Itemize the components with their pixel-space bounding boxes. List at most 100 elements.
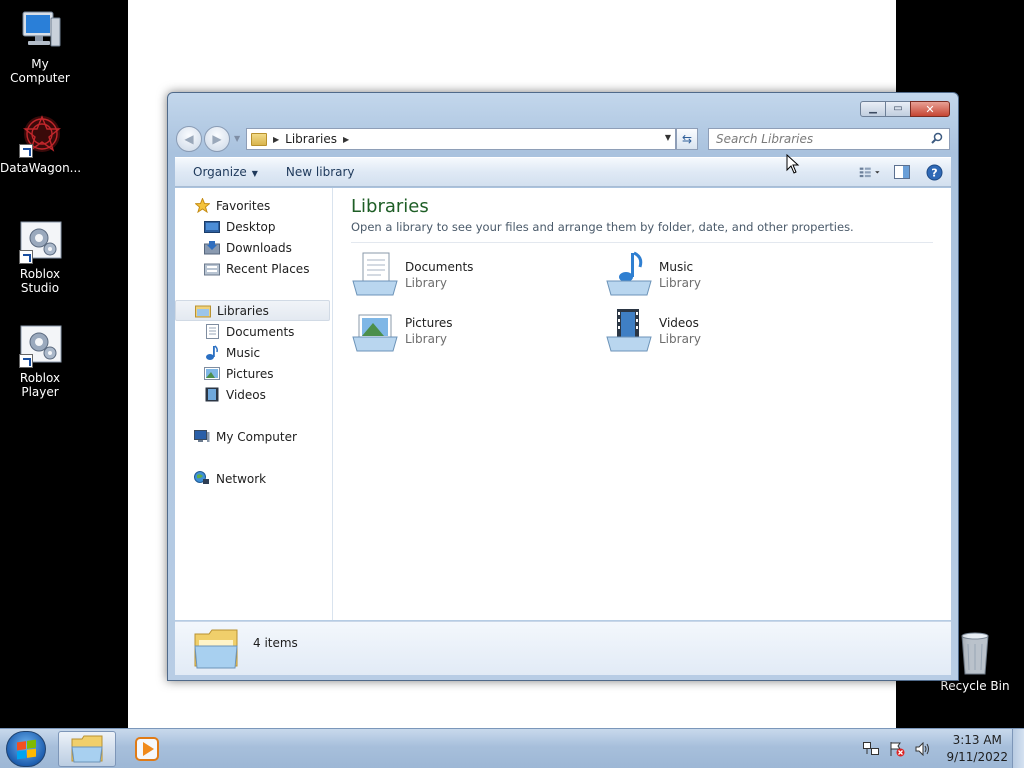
music-icon <box>204 345 220 361</box>
refresh-icon: ⇆ <box>681 132 693 146</box>
taskbar-explorer-button[interactable] <box>58 731 116 767</box>
library-name: Documents <box>405 260 474 274</box>
chevron-down-icon: ▼ <box>251 169 258 178</box>
nav-item-label: Favorites <box>216 198 271 213</box>
organize-label: Organize <box>193 165 247 179</box>
breadcrumb-arrow-icon[interactable]: ▶ <box>273 135 279 144</box>
preview-pane-button[interactable] <box>891 162 913 182</box>
new-library-button[interactable]: New library <box>268 165 365 179</box>
library-tile-documents[interactable]: Documents Library <box>351 251 605 299</box>
svg-text:?: ? <box>931 166 937 179</box>
library-name: Music <box>659 260 694 274</box>
action-center-flag-icon[interactable] <box>888 741 906 757</box>
minimize-icon: ▁ <box>869 103 877 114</box>
search-box[interactable] <box>708 128 950 150</box>
computer-icon <box>17 8 63 54</box>
nav-item-label: Videos <box>226 387 266 402</box>
library-type: Library <box>659 276 701 290</box>
recent-pages-dropdown[interactable]: ▼ <box>234 134 240 143</box>
desktop-icon-roblox-player[interactable]: Roblox Player <box>0 322 80 399</box>
back-button[interactable]: ◀ <box>176 126 202 152</box>
nav-item-music[interactable]: Music <box>175 342 332 363</box>
pictures-library-icon <box>351 307 399 355</box>
page-title: Libraries <box>351 196 429 217</box>
nav-item-downloads[interactable]: Downloads <box>175 237 332 258</box>
explorer-folder-icon <box>71 735 103 763</box>
shortcut-arrow-icon <box>19 144 33 158</box>
network-icon <box>194 471 210 487</box>
nav-item-label: Desktop <box>226 219 276 234</box>
address-dropdown-icon[interactable]: ▼ <box>665 133 671 142</box>
close-icon: ✕ <box>925 102 935 116</box>
music-library-icon <box>605 251 653 299</box>
videos-library-icon <box>605 307 653 355</box>
computer-icon <box>194 429 210 445</box>
desktop-icon-roblox-studio[interactable]: Roblox Studio <box>0 218 80 295</box>
close-button[interactable]: ✕ <box>910 101 950 117</box>
clock-date: 9/11/2022 <box>946 750 1008 764</box>
command-bar: Organize ▼ New library ? <box>175 157 951 187</box>
libraries-folder-icon <box>193 628 239 670</box>
view-controls: ? <box>849 162 945 182</box>
breadcrumb-arrow-icon[interactable]: ▶ <box>343 135 349 144</box>
nav-item-documents[interactable]: Documents <box>175 321 332 342</box>
start-button[interactable] <box>6 731 46 767</box>
view-options-icon <box>859 167 880 178</box>
volume-icon[interactable] <box>914 741 932 757</box>
address-bar[interactable]: ▶ Libraries ▶ ▼ <box>246 128 676 150</box>
mouse-cursor-icon <box>786 154 800 174</box>
search-input[interactable] <box>709 129 909 149</box>
network-tray-icon[interactable] <box>862 741 880 757</box>
libraries-grid: Documents Library Music Library Pictures… <box>351 251 933 355</box>
libraries-view: Libraries Open a library to see your fil… <box>333 188 951 620</box>
recent-places-icon <box>204 261 220 277</box>
library-type: Library <box>405 276 447 290</box>
roblox-player-icon <box>17 322 63 368</box>
nav-item-label: Libraries <box>217 303 269 318</box>
taskbar-media-player-button[interactable] <box>130 731 164 767</box>
nav-item-label: Network <box>216 471 267 486</box>
change-view-button[interactable] <box>859 162 881 182</box>
back-arrow-icon: ◀ <box>184 132 194 146</box>
desktop-icon-my-computer[interactable]: My Computer <box>0 8 80 85</box>
clock[interactable]: 3:13 AM 9/11/2022 <box>946 732 1008 766</box>
nav-item-desktop[interactable]: Desktop <box>175 216 332 237</box>
forward-button[interactable]: ▶ <box>204 126 230 152</box>
nav-item-label: Recent Places <box>226 261 310 276</box>
minimize-button[interactable]: ▁ <box>860 101 886 117</box>
desktop-icon-label: Roblox Studio <box>19 267 61 295</box>
library-name: Videos <box>659 316 699 330</box>
nav-item-favorites[interactable]: Favorites <box>175 195 332 216</box>
nav-item-pictures[interactable]: Pictures <box>175 363 332 384</box>
nav-item-label: Documents <box>226 324 295 339</box>
maximize-button[interactable]: ▭ <box>885 101 911 117</box>
nav-item-network[interactable]: Network <box>175 468 332 489</box>
search-icon[interactable] <box>931 132 943 144</box>
desktop-icon-label: DataWagon... <box>0 161 82 175</box>
nav-item-my-computer[interactable]: My Computer <box>175 426 332 447</box>
refresh-button[interactable]: ⇆ <box>676 128 698 150</box>
nav-item-label: Pictures <box>226 366 274 381</box>
nav-item-videos[interactable]: Videos <box>175 384 332 405</box>
desktop-folder-icon <box>204 219 220 235</box>
library-tile-videos[interactable]: Videos Library <box>605 307 859 355</box>
library-type: Library <box>405 332 447 346</box>
shortcut-arrow-icon <box>19 354 33 368</box>
new-library-label: New library <box>285 165 355 179</box>
help-button[interactable]: ? <box>923 162 945 182</box>
nav-item-recent-places[interactable]: Recent Places <box>175 258 332 279</box>
show-desktop-button[interactable] <box>1012 729 1024 768</box>
explorer-window[interactable]: ▁ ▭ ✕ ◀ ▶ ▼ ▶ Libraries ▶ ▼ ⇆ Organize ▼ … <box>167 92 959 681</box>
nav-item-libraries[interactable]: Libraries <box>175 300 330 321</box>
breadcrumb-libraries[interactable]: Libraries <box>285 132 337 146</box>
forward-arrow-icon: ▶ <box>212 132 222 146</box>
desktop-icon-datawagon[interactable]: DataWagon... <box>0 112 82 175</box>
desktop-icon-label: Roblox Player <box>19 371 61 399</box>
maximize-icon: ▭ <box>893 103 903 114</box>
nav-item-label: My Computer <box>216 429 297 444</box>
videos-icon <box>204 387 220 403</box>
organize-button[interactable]: Organize ▼ <box>175 165 268 179</box>
library-tile-pictures[interactable]: Pictures Library <box>351 307 605 355</box>
documents-library-icon <box>351 251 399 299</box>
library-tile-music[interactable]: Music Library <box>605 251 859 299</box>
